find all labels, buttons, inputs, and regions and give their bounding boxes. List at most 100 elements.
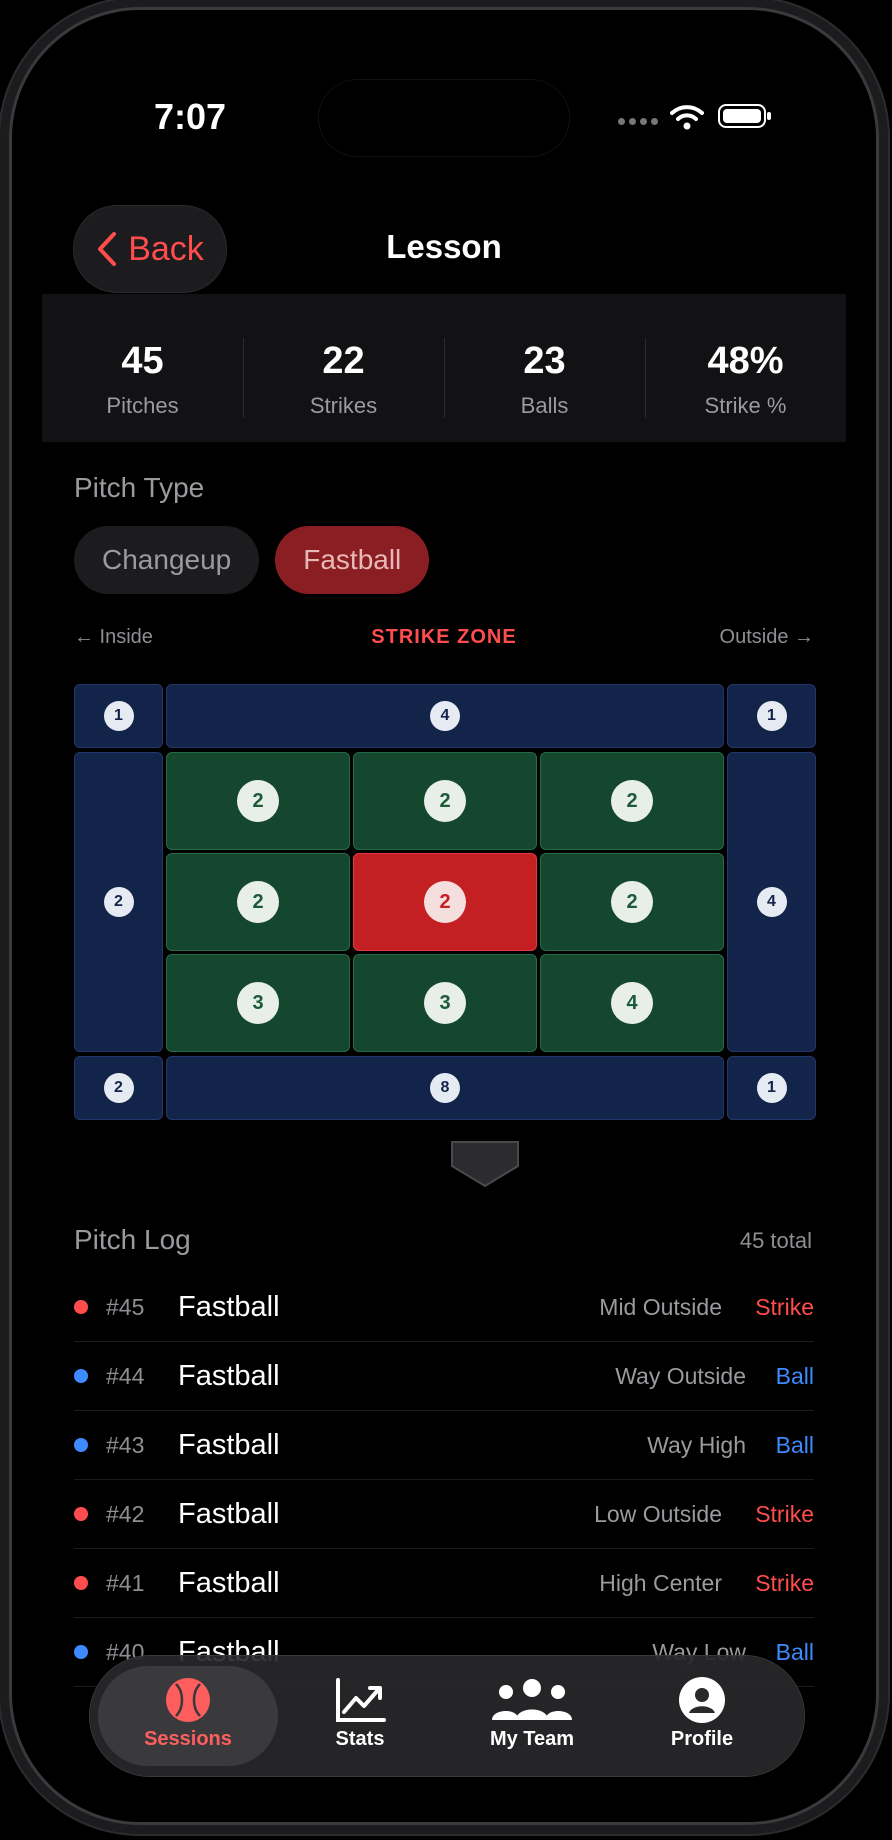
strike-dot-icon [74,1300,88,1314]
page-title: Lesson [386,228,502,265]
pitch-type-selector: Changeup Fastball [74,526,430,594]
tab-bar: Sessions Stats My Team Profile [90,1656,804,1776]
nav-header: Back Lesson [42,176,846,292]
pitch-log-total: 45 total [739,1228,812,1253]
zone-count: 1 [756,701,787,731]
zone-cell-low-outside[interactable]: 4 [540,954,724,1052]
tab-stats[interactable]: Stats [270,1666,450,1766]
pitch-location: Mid Outside [599,1293,722,1320]
pitch-type: Fastball [178,1290,280,1323]
pitch-log-title: Pitch Log [74,1224,191,1255]
pitch-location: High Center [599,1569,722,1596]
battery-icon [718,104,771,128]
zone-cell-low-inside[interactable]: 3 [166,954,350,1052]
zone-cell-top[interactable]: 4 [166,684,724,748]
pitch-type-label: Pitch Type [74,472,205,503]
zone-count: 2 [237,780,279,822]
chart-icon [336,1678,386,1722]
outside-label: Outside → [719,626,814,648]
strike-zone-grid: 1 4 1 2 4 2 2 2 2 2 2 3 3 4 2 8 1 [74,684,816,1122]
pitch-result: Strike [755,1569,814,1596]
zone-cell-bottom[interactable]: 8 [166,1056,724,1120]
zone-cell-bottom-left[interactable]: 2 [74,1056,163,1120]
zone-cell-high-center[interactable]: 2 [353,752,537,850]
zone-count: 4 [611,982,653,1024]
pitch-location: Low Outside [594,1500,722,1527]
status-time: 7:07 [154,96,227,137]
zone-cell-high-inside[interactable]: 2 [166,752,350,850]
zone-count: 2 [611,780,653,822]
tab-profile[interactable]: Profile [612,1666,792,1766]
stat-strikes: 22 Strikes [243,294,444,442]
stat-pitches: 45 Pitches [42,294,243,442]
session-stats: 45 Pitches 22 Strikes 23 Balls 48% Strik… [42,294,846,442]
tab-label: Stats [335,1728,385,1750]
stat-label: Strikes [309,393,378,418]
zone-cell-mid-outside[interactable]: 2 [540,853,724,951]
zone-cell-top-left[interactable]: 1 [74,684,163,748]
chip-changeup[interactable]: Changeup [74,526,260,594]
wifi-icon [670,105,704,130]
zone-count: 1 [103,701,134,731]
pitch-log-row[interactable]: #42 Fastball Low Outside Strike [74,1480,814,1549]
cellular-icon [618,112,662,130]
ball-dot-icon [74,1369,88,1383]
zone-count: 2 [237,881,279,923]
zone-cell-bottom-right[interactable]: 1 [727,1056,816,1120]
pitch-type: Fastball [178,1566,280,1599]
baseball-icon [166,1678,210,1722]
zone-cell-mid-inside[interactable]: 2 [166,853,350,951]
zone-cell-right[interactable]: 4 [727,752,816,1052]
zone-cell-top-right[interactable]: 1 [727,684,816,748]
tab-label: My Team [489,1728,575,1750]
pitch-number: #43 [106,1431,145,1458]
pitch-result: Ball [775,1362,814,1389]
zone-count: 2 [103,887,134,917]
tab-sessions[interactable]: Sessions [98,1666,278,1766]
zone-count: 1 [756,1073,787,1103]
tab-my-team[interactable]: My Team [442,1666,622,1766]
stat-value: 45 [121,340,164,382]
pitch-number: #45 [106,1293,145,1320]
zone-count: 4 [430,701,460,731]
stat-value: 22 [322,340,365,382]
chip-fastball[interactable]: Fastball [275,526,430,594]
stat-label: Strike % [704,393,787,418]
home-plate-icon [451,1141,519,1188]
pitch-result: Strike [755,1500,814,1527]
pitch-type: Fastball [178,1428,280,1461]
zone-count: 2 [103,1073,134,1103]
pitch-type: Fastball [178,1497,280,1530]
pitch-log-row[interactable]: #43 Fastball Way High Ball [74,1411,814,1480]
stat-strike-percent: 48% Strike % [645,294,846,442]
dynamic-island [319,80,569,156]
pitch-number: #41 [106,1569,145,1596]
tab-label: Profile [670,1728,734,1750]
team-icon [492,1679,572,1720]
zone-cell-high-outside[interactable]: 2 [540,752,724,850]
screen: 7:07 Back Lesson 45 Pitches 22 Strikes 2… [42,40,846,1792]
stat-value: 48% [707,340,784,382]
pitch-type: Fastball [178,1359,280,1392]
phone-frame: 7:07 Back Lesson 45 Pitches 22 Strikes 2… [12,10,876,1822]
zone-count: 2 [424,881,466,923]
pitch-log-row[interactable]: #45 Fastball Mid Outside Strike [74,1273,814,1342]
zone-cell-low-center[interactable]: 3 [353,954,537,1052]
pitch-log-list: #45 Fastball Mid Outside Strike #44 Fast… [74,1273,814,1687]
ball-dot-icon [74,1438,88,1452]
strike-dot-icon [74,1507,88,1521]
strike-dot-icon [74,1576,88,1590]
pitch-location: Way High [647,1431,746,1458]
pitch-result: Ball [775,1431,814,1458]
ball-dot-icon [74,1645,88,1659]
pitch-log-row[interactable]: #41 Fastball High Center Strike [74,1549,814,1618]
zone-cell-mid-center[interactable]: 2 [353,853,537,951]
zone-legend: ← Inside STRIKE ZONE Outside → [74,626,814,656]
stat-label: Balls [520,393,569,418]
strike-zone-title: STRIKE ZONE [371,626,517,648]
tab-label: Sessions [144,1728,232,1750]
pitch-log-row[interactable]: #44 Fastball Way Outside Ball [74,1342,814,1411]
zone-cell-left[interactable]: 2 [74,752,163,1052]
stat-balls: 23 Balls [444,294,645,442]
status-bar: 7:07 [42,40,846,190]
